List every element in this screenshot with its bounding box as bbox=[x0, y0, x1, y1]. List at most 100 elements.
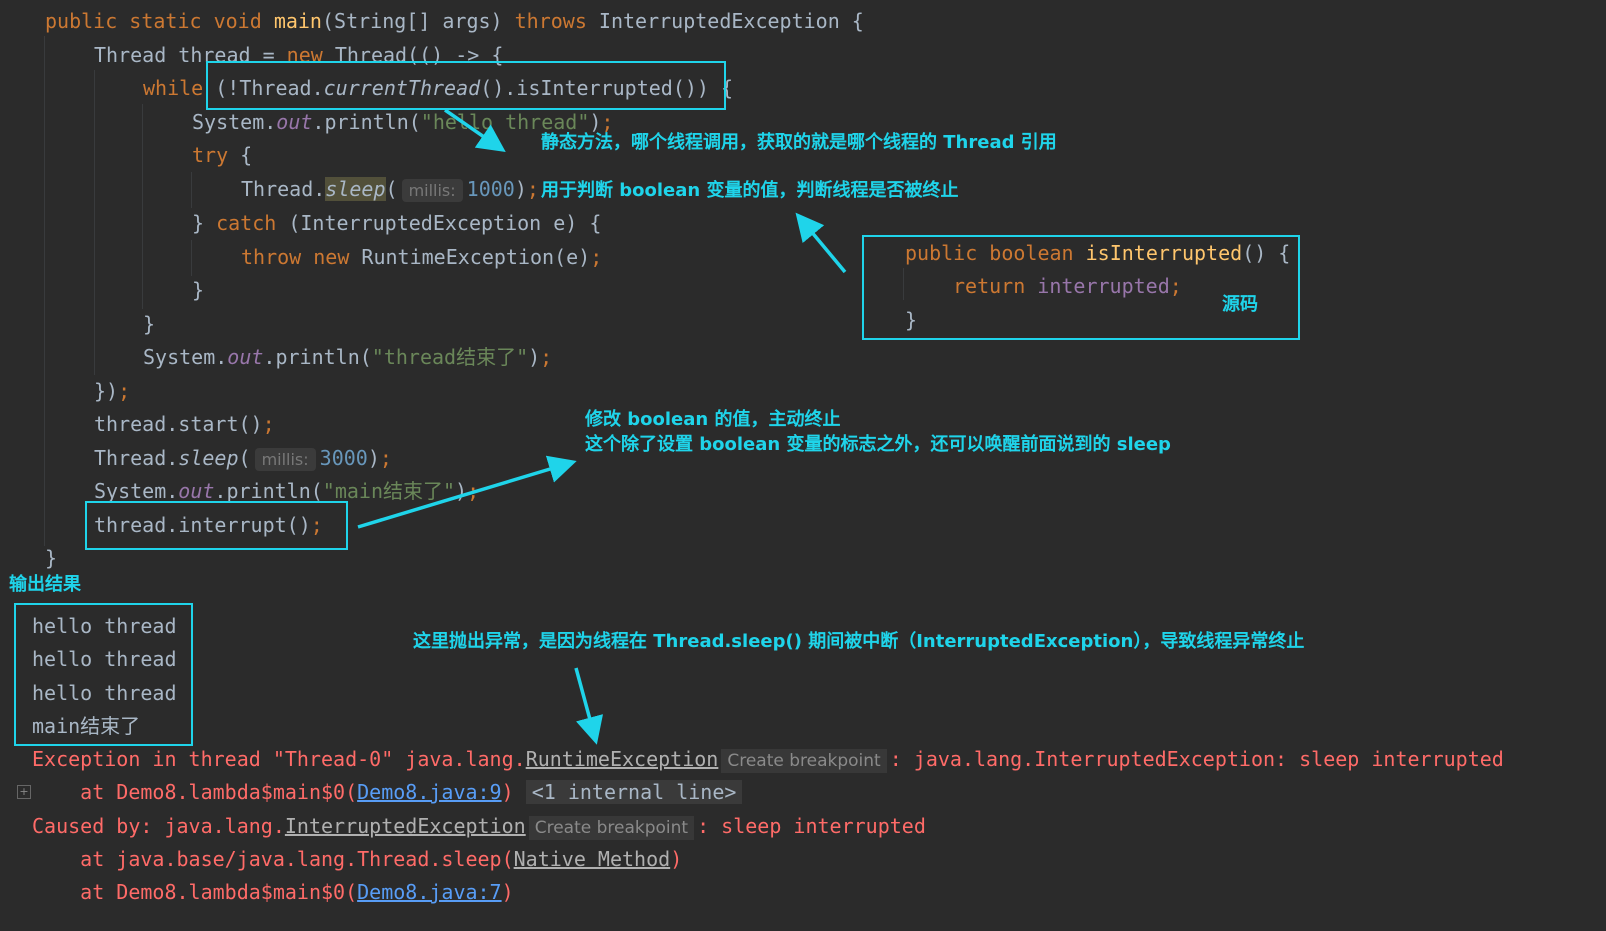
indent-guide bbox=[142, 104, 143, 309]
code-line-5: try { bbox=[192, 143, 252, 167]
source-line-2: return interrupted; bbox=[953, 274, 1182, 298]
code-text: ) bbox=[514, 177, 527, 201]
semicolon: ; bbox=[1169, 274, 1182, 298]
keyword: public bbox=[45, 9, 118, 33]
annotation-modify-2: 这个除了设置 boolean 变量的标志之外，还可以唤醒前面说到的 sleep bbox=[585, 434, 1171, 455]
code-text: .println( bbox=[263, 345, 372, 369]
semicolon: ; bbox=[262, 412, 275, 436]
code-text: Thread. bbox=[241, 177, 326, 201]
keyword: static bbox=[129, 9, 202, 33]
code-line-13: thread.start(); bbox=[94, 412, 275, 436]
source-file-link[interactable]: Demo8.java:9 bbox=[357, 780, 502, 804]
code-text: Thread. bbox=[94, 446, 179, 470]
method-name: sleep bbox=[178, 446, 239, 470]
semicolon: ; bbox=[526, 177, 539, 201]
highlight-box-interrupt bbox=[85, 501, 348, 550]
string-literal: "main结束了" bbox=[322, 479, 456, 503]
semicolon: ; bbox=[467, 479, 480, 503]
trace-line-1: Exception in thread "Thread-0" java.lang… bbox=[32, 747, 1504, 773]
indent-guide bbox=[191, 172, 192, 208]
code-text: .println( bbox=[312, 110, 421, 134]
trace-text: ) bbox=[501, 880, 514, 904]
code-line-7: } catch (InterruptedException e) { bbox=[192, 211, 601, 235]
code-text: } bbox=[192, 278, 205, 302]
code-line-9: } bbox=[192, 278, 204, 302]
output-line: hello thread bbox=[32, 614, 177, 638]
trace-text: at Demo8.lambda$main$0( bbox=[32, 780, 358, 804]
annotation-exception: 这里抛出异常，是因为线程在 Thread.sleep() 期间被中断（Inter… bbox=[413, 631, 1305, 652]
highlight-box-condition bbox=[206, 61, 726, 110]
param-hint: millis: bbox=[254, 448, 316, 471]
trace-text: at java.base/java.lang.Thread.sleep( bbox=[32, 847, 514, 871]
trace-line-4: at java.base/java.lang.Thread.sleep(Nati… bbox=[32, 847, 682, 871]
code-text: ) bbox=[367, 446, 380, 470]
create-breakpoint-button[interactable]: Create breakpoint bbox=[721, 749, 887, 773]
trace-text: ) bbox=[501, 780, 514, 804]
trace-text: : sleep interrupted bbox=[697, 814, 926, 838]
code-line-15: System.out.println("main结束了"); bbox=[94, 479, 479, 503]
indent-guide bbox=[191, 240, 192, 276]
code-text: ( bbox=[238, 446, 251, 470]
indent-guide bbox=[44, 36, 45, 546]
semicolon: ; bbox=[590, 245, 603, 269]
source-line-3: } bbox=[905, 308, 917, 332]
code-text: } bbox=[143, 312, 156, 336]
exception-class-link[interactable]: InterruptedException bbox=[285, 814, 526, 838]
field-name: out bbox=[178, 479, 215, 503]
keyword: throw bbox=[241, 245, 302, 269]
code-text: () { bbox=[1242, 241, 1291, 265]
method-name: isInterrupted bbox=[1085, 241, 1243, 265]
trace-text: ) bbox=[670, 847, 683, 871]
trace-line-2: at Demo8.lambda$main$0(Demo8.java:9) <1 … bbox=[32, 780, 743, 804]
code-text: ) bbox=[528, 345, 541, 369]
keyword: catch bbox=[216, 211, 277, 235]
output-line: hello thread bbox=[32, 681, 177, 705]
create-breakpoint-button[interactable]: Create breakpoint bbox=[528, 816, 695, 840]
code-text: { bbox=[228, 143, 253, 167]
internal-lines-fold[interactable]: <1 internal line> bbox=[525, 780, 743, 804]
annotation-boolean-judge: 用于判断 boolean 变量的值，判断线程是否被终止 bbox=[541, 180, 959, 201]
indent-guide bbox=[903, 268, 904, 300]
code-text: (String[] args) bbox=[321, 9, 515, 33]
method-name: sleep bbox=[325, 177, 386, 201]
code-line-10: } bbox=[143, 312, 155, 336]
code-text: ) bbox=[455, 479, 468, 503]
number-literal: 1000 bbox=[466, 177, 515, 201]
keyword: public bbox=[905, 241, 978, 265]
exception-class-link[interactable]: RuntimeException bbox=[526, 747, 719, 771]
method-name: main bbox=[273, 9, 322, 33]
annotation-static-method: 静态方法，哪个线程调用，获取的就是哪个线程的 Thread 引用 bbox=[541, 132, 1057, 153]
code-text: (InterruptedException e) { bbox=[276, 211, 602, 235]
output-line: main结束了 bbox=[32, 714, 141, 738]
arrow-exception bbox=[574, 667, 604, 745]
arrow-source bbox=[795, 212, 847, 274]
code-line-12: }); bbox=[94, 379, 130, 403]
expand-icon[interactable]: + bbox=[17, 785, 31, 799]
semicolon: ; bbox=[379, 446, 392, 470]
indent-guide bbox=[94, 70, 95, 375]
trace-text: at Demo8.lambda$main$0( bbox=[32, 880, 358, 904]
trace-text: : java.lang.InterruptedException: sleep … bbox=[889, 747, 1504, 771]
code-text: } bbox=[192, 211, 217, 235]
code-text: }) bbox=[94, 379, 119, 403]
code-text: .println( bbox=[214, 479, 323, 503]
semicolon: ; bbox=[118, 379, 131, 403]
code-line-11: System.out.println("thread结束了"); bbox=[143, 345, 552, 369]
source-file-link[interactable]: Demo8.java:7 bbox=[357, 880, 502, 904]
native-method-link[interactable]: Native Method bbox=[514, 847, 671, 871]
trace-text: Exception in thread "Thread-0" java.lang… bbox=[32, 747, 526, 771]
source-line-1: public boolean isInterrupted() { bbox=[905, 241, 1290, 265]
code-text: ( bbox=[385, 177, 398, 201]
trace-line-5: at Demo8.lambda$main$0(Demo8.java:7) bbox=[32, 880, 514, 904]
code-text: System. bbox=[143, 345, 228, 369]
trace-text: Caused by: java.lang. bbox=[32, 814, 285, 838]
keyword: throws bbox=[514, 9, 587, 33]
code-text: thread.start() bbox=[94, 412, 263, 436]
code-line-14: Thread.sleep(millis: 3000); bbox=[94, 446, 392, 472]
code-text: System. bbox=[94, 479, 179, 503]
code-text: RuntimeException(e) bbox=[349, 245, 591, 269]
output-label: 输出结果 bbox=[9, 574, 81, 595]
field-name: out bbox=[227, 345, 264, 369]
code-line-1: public static void main(String[] args) t… bbox=[45, 9, 864, 33]
